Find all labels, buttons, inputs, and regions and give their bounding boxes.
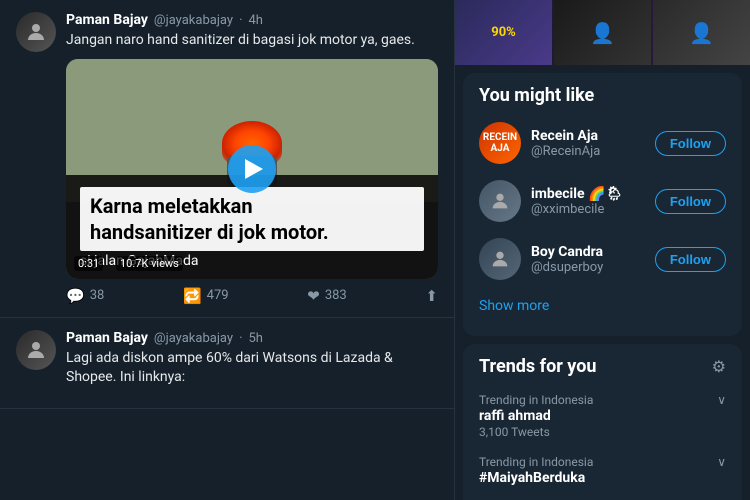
video-duration: 0:31	[74, 256, 103, 271]
tweet-header-2: Paman Bajay @jayakabajay · 5h	[66, 330, 438, 346]
user-avatar-2	[479, 180, 521, 222]
you-might-like-section: You might like RECEINAJA Recein Aja @Rec…	[463, 73, 742, 336]
tweet-text-2: Lagi ada diskon ampe 60% dari Watsons di…	[66, 349, 438, 388]
trend-info-2: Trending in Indonesia #MaiyahBerduka	[479, 455, 593, 487]
share-action[interactable]: ⬆	[425, 287, 438, 305]
chevron-down-icon-1: ∨	[717, 393, 726, 407]
tweet-item-2: Paman Bajay @jayakabajay · 5h Lagi ada d…	[0, 318, 454, 409]
tweet-item: Paman Bajay @jayakabajay · 4h Jangan nar…	[0, 0, 454, 318]
tweet-actions: 💬 38 🔁 479 ❤ 383 ⬆	[66, 287, 438, 305]
like-icon: ❤	[307, 287, 320, 305]
tweet-author-name-2: Paman Bajay	[66, 330, 148, 346]
trend-item-3[interactable]: Trending in Indonesia #ngemut 1,754 Twee…	[463, 495, 742, 500]
suggested-user-1[interactable]: RECEINAJA Recein Aja @ReceinAja Follow	[463, 114, 742, 172]
follow-button-2[interactable]: Follow	[655, 189, 726, 214]
retweet-action[interactable]: 🔁 479	[183, 287, 229, 305]
suggested-user-2[interactable]: imbecile 🌈🌦 @xximbecile Follow	[463, 172, 742, 230]
tweet-time: ·	[239, 13, 242, 28]
video-views: 10.7K views	[116, 256, 183, 271]
avatar-2	[16, 330, 56, 370]
right-sidebar: 90% 👤 👤 You might like RECEINAJA Recein …	[455, 0, 750, 500]
comment-icon: 💬	[66, 287, 85, 305]
tweet-body: Paman Bajay @jayakabajay · 4h Jangan nar…	[66, 12, 438, 305]
user-name-1: Recein Aja	[531, 128, 645, 144]
ad-slot-3[interactable]: 👤	[653, 0, 750, 65]
comment-count: 38	[90, 288, 105, 303]
play-button[interactable]	[228, 145, 276, 193]
trend-row-2: Trending in Indonesia #MaiyahBerduka ∨	[479, 455, 726, 487]
trend-info-1: Trending in Indonesia raffi ahmad 3,100 …	[479, 393, 593, 439]
user-info-2: imbecile 🌈🌦 @xximbecile	[531, 186, 645, 217]
gear-icon[interactable]: ⚙	[712, 357, 726, 376]
trend-name-2: #MaiyahBerduka	[479, 470, 593, 486]
user-name-3: Boy Candra	[531, 244, 645, 260]
user-avatar-1: RECEINAJA	[479, 122, 521, 164]
ad-slot-1[interactable]: 90%	[455, 0, 552, 65]
trend-label-1: Trending in Indonesia	[479, 393, 593, 407]
like-count: 383	[325, 288, 347, 303]
tweet-author-name: Paman Bajay	[66, 12, 148, 28]
tweet-body-2: Paman Bajay @jayakabajay · 5h Lagi ada d…	[66, 330, 438, 396]
tweet-dot-2: ·	[239, 331, 242, 346]
tweet-timestamp-2: 5h	[248, 331, 262, 346]
trend-row-1: Trending in Indonesia raffi ahmad 3,100 …	[479, 393, 726, 439]
overlay-main-line1: Karna meletakkan handsanitizer di jok mo…	[80, 187, 424, 251]
show-more-link[interactable]: Show more	[463, 288, 742, 324]
you-might-like-title: You might like	[463, 85, 742, 114]
tweet-header: Paman Bajay @jayakabajay · 4h	[66, 12, 438, 28]
tweet-author-handle: @jayakabajay	[154, 13, 233, 28]
trends-title: Trends for you	[479, 356, 596, 377]
ad-slot-2[interactable]: 👤	[554, 0, 651, 65]
tweet-timestamp: 4h	[248, 13, 262, 28]
user-avatar-3	[479, 238, 521, 280]
tweet-text: Jangan naro hand sanitizer di bagasi jok…	[66, 31, 438, 51]
trend-item-2[interactable]: Trending in Indonesia #MaiyahBerduka ∨	[463, 447, 742, 495]
user-name-2: imbecile 🌈🌦	[531, 186, 645, 202]
follow-button-3[interactable]: Follow	[655, 247, 726, 272]
ad-banner: 90% 👤 👤	[455, 0, 750, 65]
comment-action[interactable]: 💬 38	[66, 287, 104, 305]
tweet-author-handle-2: @jayakabajay	[154, 331, 233, 346]
retweet-icon: 🔁	[183, 287, 202, 305]
user-handle-1: @ReceinAja	[531, 144, 645, 159]
trends-section: Trends for you ⚙ Trending in Indonesia r…	[463, 344, 742, 500]
trend-count-1: 3,100 Tweets	[479, 425, 593, 439]
trends-header: Trends for you ⚙	[463, 356, 742, 385]
trend-item-1[interactable]: Trending in Indonesia raffi ahmad 3,100 …	[463, 385, 742, 447]
suggested-user-3[interactable]: Boy Candra @dsuperboy Follow	[463, 230, 742, 288]
chevron-down-icon-2: ∨	[717, 455, 726, 469]
overlay-main-line2: handsanitizer di jok motor.	[90, 220, 329, 244]
like-action[interactable]: ❤ 383	[307, 287, 347, 305]
tweet-feed: Paman Bajay @jayakabajay · 4h Jangan nar…	[0, 0, 455, 500]
user-info-1: Recein Aja @ReceinAja	[531, 128, 645, 159]
tweet-video[interactable]: Karna meletakkan handsanitizer di jok mo…	[66, 59, 438, 279]
avatar	[16, 12, 56, 52]
user-handle-2: @xximbecile	[531, 202, 645, 217]
trend-label-2: Trending in Indonesia	[479, 455, 593, 469]
play-icon	[245, 159, 263, 179]
share-icon: ⬆	[425, 287, 438, 305]
retweet-count: 479	[207, 288, 229, 303]
video-thumbnail: Karna meletakkan handsanitizer di jok mo…	[66, 59, 438, 279]
user-handle-3: @dsuperboy	[531, 260, 645, 275]
trend-name-1: raffi ahmad	[479, 408, 593, 424]
follow-button-1[interactable]: Follow	[655, 131, 726, 156]
user-info-3: Boy Candra @dsuperboy	[531, 244, 645, 275]
